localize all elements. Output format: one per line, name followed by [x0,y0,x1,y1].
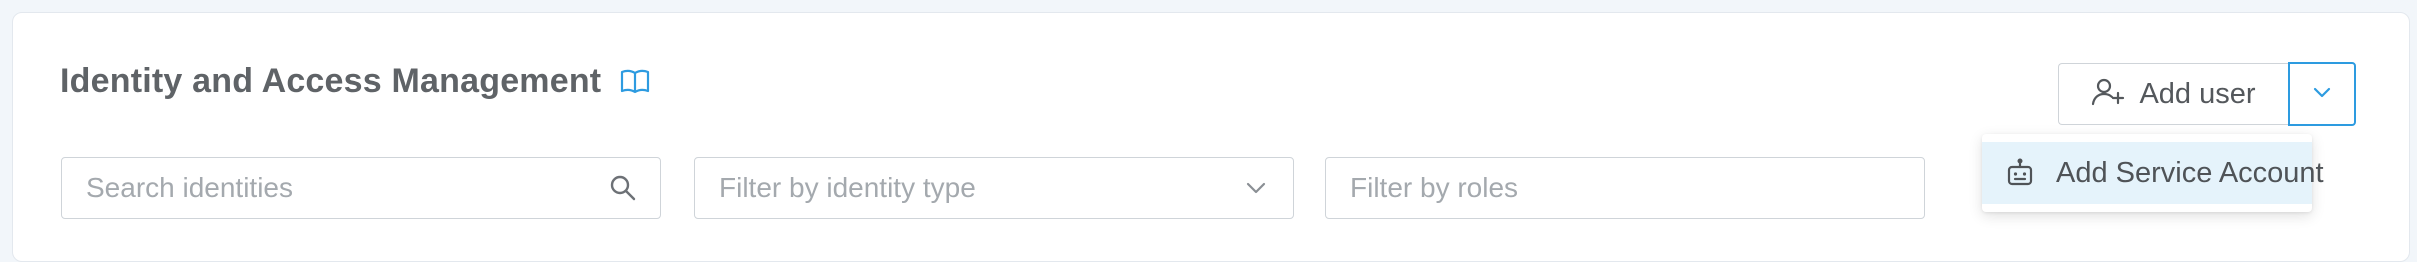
search-input[interactable]: Search identities [61,157,661,219]
add-options-menu: Add Service Account [1982,134,2324,212]
chevron-down-icon [2309,79,2335,110]
page-title: Identity and Access Management [60,61,602,100]
add-user-button[interactable]: Add user [2058,63,2288,125]
roles-placeholder: Filter by roles [1350,172,1519,203]
identity-type-placeholder: Filter by identity type [719,172,976,203]
add-options-dropdown-button[interactable] [2288,62,2356,126]
robot-icon [2004,157,2036,189]
chevron-down-icon [1241,173,1271,203]
search-icon[interactable] [608,173,638,203]
roles-filter[interactable]: Filter by roles [1325,157,1925,219]
menu-item-label: Add Service Account [2056,156,2324,189]
add-user-label: Add user [2139,77,2256,110]
book-open-icon[interactable] [619,65,651,97]
menu-item-add-service-account[interactable]: Add Service Account [1982,142,2324,204]
identity-type-select[interactable]: Filter by identity type [694,157,1294,219]
search-placeholder: Search identities [86,172,294,203]
user-plus-icon [2091,77,2125,112]
page-header: Identity and Access Management [60,58,651,104]
